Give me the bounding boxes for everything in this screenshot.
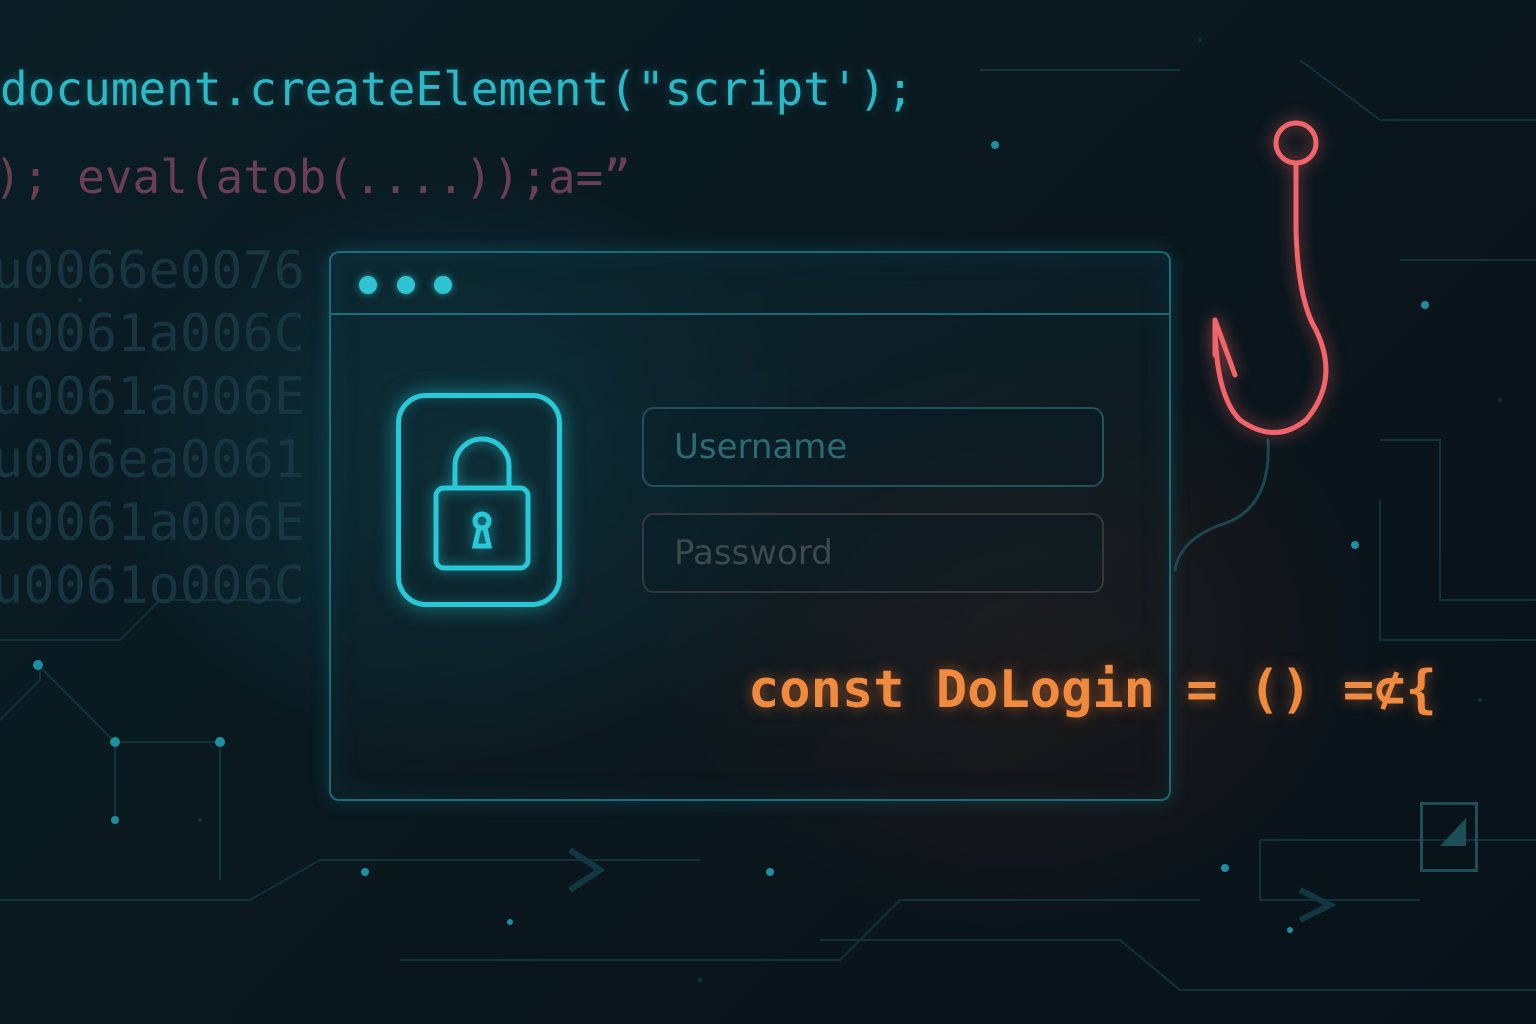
password-input[interactable] bbox=[644, 515, 1102, 591]
hex-line: u0061a006C bbox=[0, 304, 306, 364]
window-control-dot[interactable] bbox=[359, 276, 377, 294]
hex-line: u006ea0061 bbox=[0, 430, 306, 490]
background-code-line-1: document.createElement("script'); bbox=[0, 62, 914, 116]
fishhook-icon bbox=[1173, 120, 1329, 572]
hex-line: u0066e0076 bbox=[0, 241, 306, 301]
window-titlebar bbox=[331, 253, 1169, 315]
code-snippet: const DoLogin = () =⊄{ bbox=[748, 660, 1437, 720]
background-code-line-2: ); eval(atob(....));a=” bbox=[0, 150, 631, 204]
window-control-dot[interactable] bbox=[397, 276, 415, 294]
hex-line: u0061a006E bbox=[0, 367, 306, 427]
password-field[interactable] bbox=[642, 513, 1104, 593]
username-field[interactable] bbox=[642, 407, 1104, 487]
circuit-chip-box bbox=[1420, 802, 1478, 872]
username-input[interactable] bbox=[644, 409, 1102, 485]
lock-icon bbox=[433, 436, 531, 571]
window-control-dot[interactable] bbox=[434, 276, 452, 294]
hex-line: u0061a006E bbox=[0, 493, 306, 553]
hex-line: u0061o006C bbox=[0, 556, 306, 616]
hex-code-column: u0066e0076 u0061a006C u0061a006E u006ea0… bbox=[0, 240, 305, 618]
lock-icon-frame bbox=[396, 393, 562, 607]
